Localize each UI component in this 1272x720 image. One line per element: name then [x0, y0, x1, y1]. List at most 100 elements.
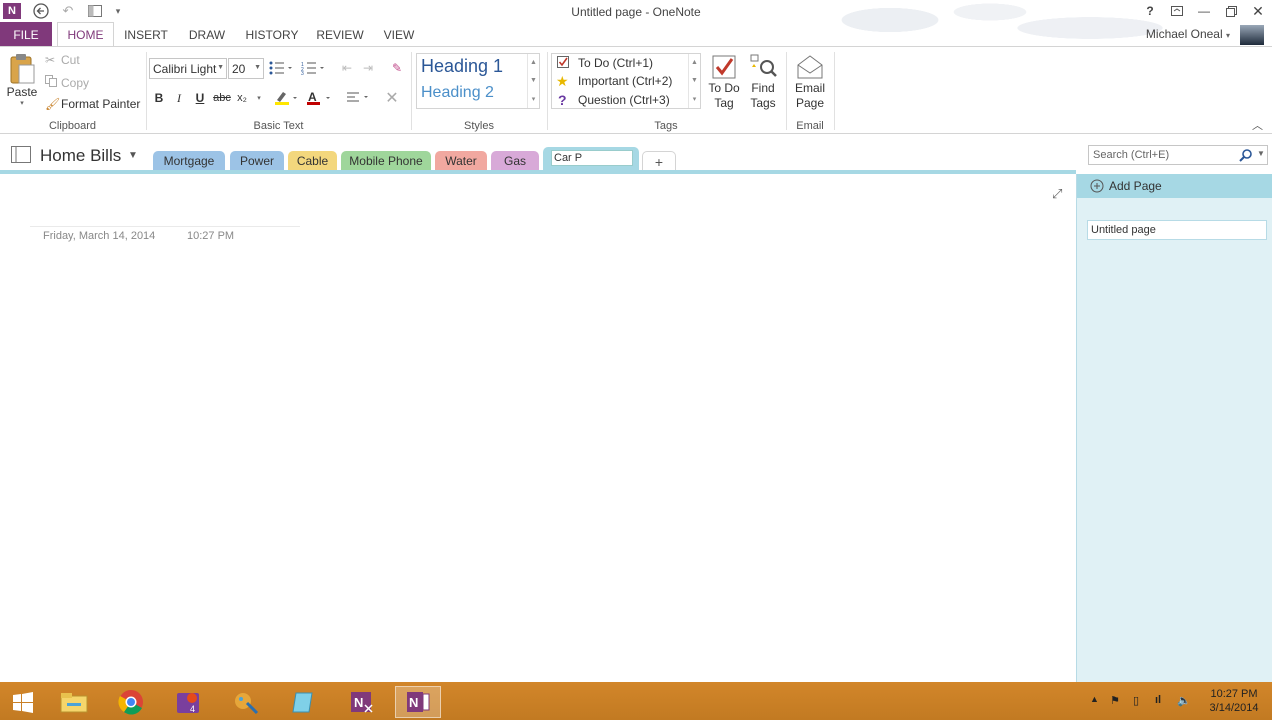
chrome-icon[interactable] — [108, 686, 154, 718]
file-explorer-icon[interactable] — [51, 686, 97, 718]
todo-tag-button[interactable]: To Do Tag — [705, 53, 743, 111]
cut-button[interactable]: ✂ Cut — [45, 53, 80, 67]
onenote-clip-icon[interactable]: N — [339, 686, 385, 718]
decrease-indent-icon[interactable]: ⇤ — [338, 59, 356, 77]
tab-file[interactable]: FILE — [0, 22, 52, 47]
font-size-combo[interactable]: 20 ▼ — [228, 58, 264, 79]
add-page-button[interactable]: Add Page — [1077, 174, 1272, 198]
align-button[interactable] — [343, 89, 373, 107]
clock-date: 3/14/2014 — [1209, 702, 1259, 714]
notepad-icon[interactable] — [281, 686, 327, 718]
restore-icon[interactable] — [1220, 2, 1242, 20]
subscript-dropdown-icon[interactable]: ▾ — [250, 89, 268, 107]
scroll-down-icon[interactable]: ▼ — [691, 77, 698, 84]
battery-icon[interactable]: ▯ — [1133, 694, 1139, 707]
clock-time: 10:27 PM — [1210, 688, 1258, 700]
user-name: Michael Oneal — [1145, 27, 1223, 41]
highlight-button[interactable] — [271, 89, 301, 107]
expand-icon[interactable]: ⤢ — [1052, 186, 1062, 202]
ribbon-display-icon[interactable] — [1166, 2, 1188, 20]
volume-icon[interactable]: 🔈 — [1177, 694, 1191, 707]
scroll-down-icon[interactable]: ▼ — [530, 77, 537, 84]
style-heading-1[interactable]: Heading 1 — [421, 56, 503, 77]
tag-question-label: Question (Ctrl+3) — [578, 93, 670, 107]
find-tags-button[interactable]: Find Tags — [744, 53, 782, 111]
numbering-button[interactable]: 123 — [298, 59, 328, 77]
italic-button[interactable]: I — [170, 89, 188, 107]
scroll-up-icon[interactable]: ▲ — [691, 59, 698, 66]
search-box[interactable]: Search (Ctrl+E) ▼ — [1088, 145, 1268, 165]
subscript-button[interactable]: x₂ — [234, 89, 250, 107]
tab-view[interactable]: VIEW — [378, 22, 420, 47]
todo-tag-label-1: To Do — [708, 81, 740, 95]
section-tab-power[interactable]: Power — [230, 151, 284, 171]
clear-x-icon[interactable]: ✕ — [383, 89, 401, 107]
tags-gallery-scroll[interactable]: ▲ ▼ ▾ — [688, 54, 700, 108]
section-tab-cable[interactable]: Cable — [288, 151, 337, 171]
tag-important[interactable]: ★ Important (Ctrl+2) — [556, 72, 672, 90]
section-tab-water[interactable]: Water — [435, 151, 487, 171]
group-divider — [547, 52, 548, 130]
envelope-icon — [797, 55, 823, 79]
email-page-label-2: Page — [795, 96, 825, 110]
section-rename-input[interactable]: Car P — [551, 150, 633, 166]
tag-question[interactable]: ? Question (Ctrl+3) — [556, 91, 670, 109]
more-icon[interactable]: ▾ — [532, 95, 536, 103]
page-list-pane: Add Page Untitled page — [1076, 174, 1272, 682]
more-icon[interactable]: ▾ — [693, 95, 697, 103]
network-signal-icon[interactable]: ıl — [1155, 694, 1161, 706]
notebook-name[interactable]: Home Bills — [40, 146, 121, 166]
todo-tag-label-2: Tag — [714, 96, 734, 110]
minimize-icon[interactable]: — — [1193, 2, 1215, 20]
section-tab-mobile-phone[interactable]: Mobile Phone — [341, 151, 431, 171]
page-list-item[interactable]: Untitled page — [1087, 220, 1267, 240]
scroll-up-icon[interactable]: ▲ — [530, 59, 537, 66]
search-icon[interactable] — [1239, 148, 1253, 165]
media-app-icon[interactable]: 4 — [165, 686, 211, 718]
bold-button[interactable]: B — [150, 89, 168, 107]
tab-history[interactable]: HISTORY — [243, 22, 301, 47]
section-tab-editing[interactable]: Car P — [543, 147, 639, 171]
styles-gallery-scroll[interactable]: ▲ ▼ ▾ — [527, 54, 539, 108]
style-heading-2[interactable]: Heading 2 — [421, 84, 494, 102]
tag-important-label: Important (Ctrl+2) — [578, 74, 673, 88]
paint-tool-icon[interactable] — [223, 686, 269, 718]
tag-todo[interactable]: To Do (Ctrl+1) — [556, 54, 653, 72]
taskbar-clock[interactable]: 10:27 PM 3/14/2014 — [1200, 687, 1268, 715]
search-scope-dropdown-icon[interactable]: ▼ — [1257, 149, 1265, 158]
copy-button[interactable]: Copy — [45, 75, 89, 90]
notebook-dropdown-icon[interactable]: ▼ — [128, 150, 138, 161]
windows-start-icon[interactable] — [0, 686, 46, 718]
bullets-button[interactable] — [266, 59, 296, 77]
section-tab-mortgage[interactable]: Mortgage — [153, 151, 225, 171]
font-color-button[interactable]: A — [304, 89, 334, 107]
font-name-combo[interactable]: Calibri Light ▼ — [149, 58, 227, 79]
close-icon[interactable]: ✕ — [1247, 2, 1269, 20]
action-center-flag-icon[interactable]: ⚑ — [1110, 694, 1120, 707]
add-section-button[interactable]: + — [642, 151, 676, 171]
tab-insert[interactable]: INSERT — [120, 22, 172, 47]
section-bar: Home Bills ▼ Mortgage Power Cable Mobile… — [0, 135, 1272, 173]
paste-button[interactable]: Paste ▾ — [5, 53, 39, 108]
tab-home[interactable]: HOME — [57, 22, 114, 47]
avatar[interactable] — [1240, 25, 1264, 45]
increase-indent-icon[interactable]: ⇥ — [359, 59, 377, 77]
tags-group-label: Tags — [654, 120, 678, 132]
underline-button[interactable]: U — [191, 89, 209, 107]
section-tab-gas[interactable]: Gas — [491, 151, 539, 171]
strikethrough-button[interactable]: abc — [211, 89, 233, 107]
onenote-taskbar-icon[interactable]: N — [395, 686, 441, 718]
tag-todo-label: To Do (Ctrl+1) — [578, 56, 654, 70]
page-canvas[interactable]: Friday, March 14, 2014 10:27 PM ⤢ — [0, 174, 1076, 682]
format-painter-button[interactable]: 🖌 Format Painter — [45, 97, 140, 111]
email-page-button[interactable]: Email Page — [790, 53, 830, 111]
tab-draw[interactable]: DRAW — [182, 22, 232, 47]
tray-expand-icon[interactable]: ▲ — [1090, 694, 1099, 704]
help-icon[interactable]: ? — [1139, 2, 1161, 20]
clear-formatting-icon[interactable]: ✎ — [388, 59, 406, 77]
user-account[interactable]: Michael Oneal ▾ — [1146, 27, 1230, 41]
search-input[interactable]: Search (Ctrl+E) — [1093, 149, 1169, 161]
group-divider — [411, 52, 412, 130]
collapse-ribbon-icon[interactable]: ︿ — [1252, 117, 1263, 133]
tab-review[interactable]: REVIEW — [312, 22, 368, 47]
